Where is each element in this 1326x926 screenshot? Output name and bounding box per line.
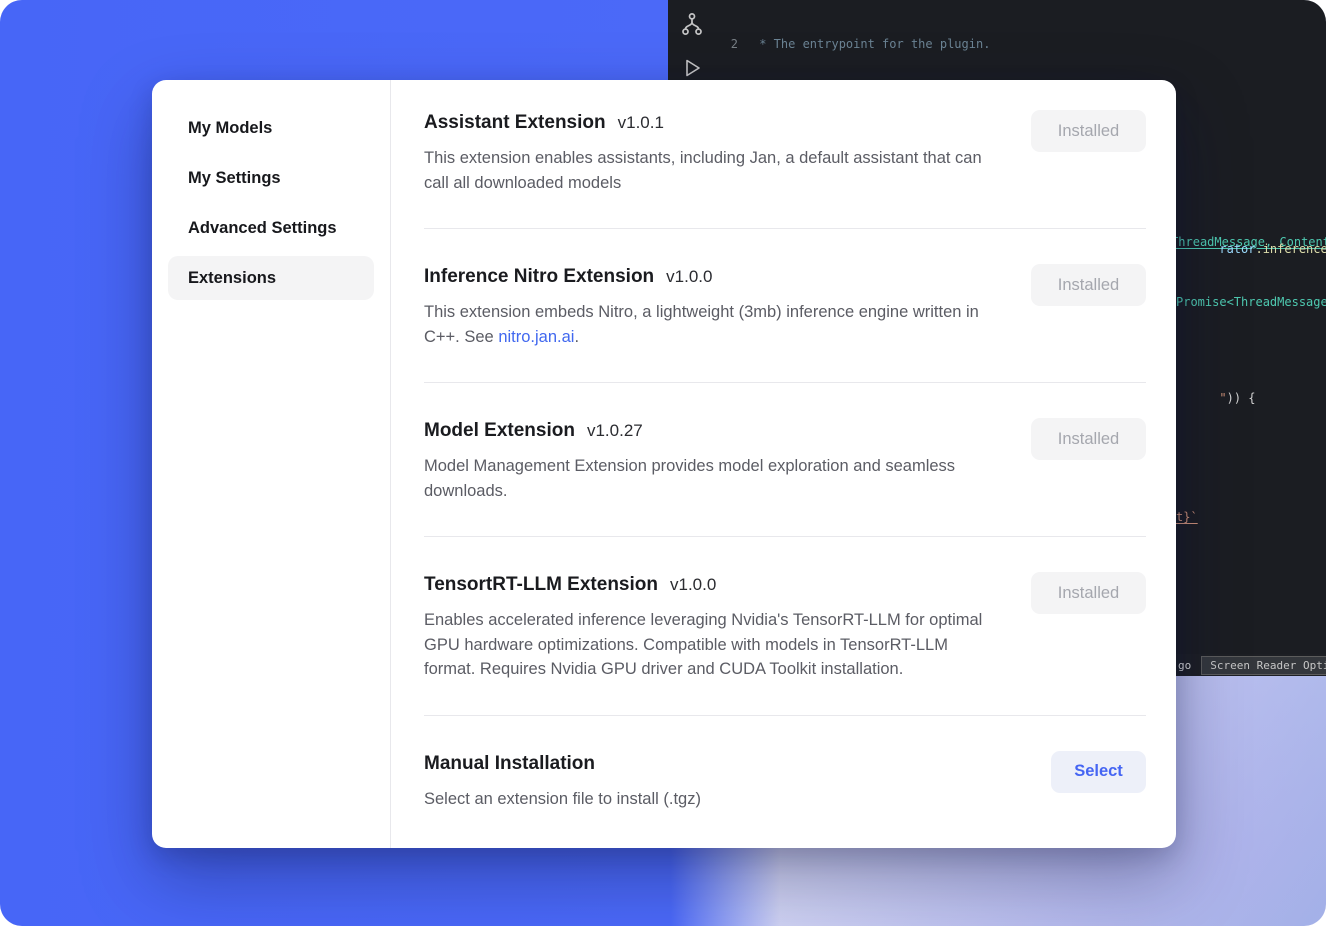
extension-description: Enables accelerated inference leveraging…: [424, 608, 1002, 682]
extension-description: Model Management Extension provides mode…: [424, 454, 1002, 503]
extension-row-model: Model Extension v1.0.27 Model Management …: [424, 383, 1146, 537]
run-icon[interactable]: [678, 54, 706, 82]
extensions-panel: Assistant Extension v1.0.1 This extension…: [391, 80, 1176, 848]
code-comment: * The entrypoint for the plugin.: [752, 36, 990, 53]
extension-title: TensortRT-LLM Extension v1.0.0: [424, 572, 1002, 598]
code-fragment: rator.inference(data));: [1176, 228, 1326, 270]
code-fragment: ")) {: [1176, 377, 1256, 419]
sidebar-item-label: My Models: [188, 119, 272, 138]
installed-button[interactable]: Installed: [1031, 418, 1146, 460]
extension-version: v1.0.27: [587, 421, 643, 440]
sidebar-item-label: Extensions: [188, 269, 276, 288]
manual-installation-description: Select an extension file to install (.tg…: [424, 787, 701, 812]
manual-installation-row: Manual Installation Select an extension …: [424, 716, 1146, 812]
extension-version: v1.0.0: [666, 267, 712, 286]
nitro-link[interactable]: nitro.jan.ai: [498, 328, 574, 346]
extension-info: TensortRT-LLM Extension v1.0.0 Enables ac…: [424, 572, 1002, 682]
status-language-label: go: [1178, 659, 1191, 672]
extension-version: v1.0.1: [618, 113, 664, 132]
extension-description: This extension enables assistants, inclu…: [424, 146, 1002, 195]
settings-sidebar: My Models My Settings Advanced Settings …: [152, 80, 391, 848]
extension-version: v1.0.0: [670, 575, 716, 594]
code-fragment: t}`: [1176, 510, 1198, 524]
sidebar-item-my-settings[interactable]: My Settings: [168, 156, 374, 200]
installed-button[interactable]: Installed: [1031, 264, 1146, 306]
extension-description: This extension embeds Nitro, a lightweig…: [424, 300, 1002, 349]
extension-name: Manual Installation: [424, 753, 595, 774]
installed-button[interactable]: Installed: [1031, 572, 1146, 614]
extension-info: Model Extension v1.0.27 Model Management …: [424, 418, 1002, 503]
code-line: 2 * The entrypoint for the plugin.: [716, 36, 1326, 53]
sidebar-item-advanced-settings[interactable]: Advanced Settings: [168, 206, 374, 250]
sidebar-item-label: My Settings: [188, 169, 281, 188]
select-file-button[interactable]: Select: [1051, 751, 1146, 793]
extension-title: Model Extension v1.0.27: [424, 418, 1002, 444]
code-fragment: Promise<ThreadMessage>: [1176, 295, 1326, 309]
extension-name: Assistant Extension: [424, 112, 606, 133]
line-number: 2: [716, 36, 738, 53]
extension-title: Assistant Extension v1.0.1: [424, 110, 1002, 136]
extension-row-assistant: Assistant Extension v1.0.1 This extension…: [424, 110, 1146, 229]
extension-row-tensorrt: TensortRT-LLM Extension v1.0.0 Enables ac…: [424, 537, 1146, 716]
extension-name: Model Extension: [424, 420, 575, 441]
sidebar-item-extensions[interactable]: Extensions: [168, 256, 374, 300]
installed-button[interactable]: Installed: [1031, 110, 1146, 152]
extension-row-nitro: Inference Nitro Extension v1.0.0 This ext…: [424, 229, 1146, 383]
extension-name: Inference Nitro Extension: [424, 266, 654, 287]
sidebar-item-my-models[interactable]: My Models: [168, 106, 374, 150]
editor-toolbar: [678, 10, 706, 82]
screen-reader-notice[interactable]: Screen Reader Optimize: [1201, 656, 1326, 675]
sidebar-item-label: Advanced Settings: [188, 219, 337, 238]
git-fork-icon[interactable]: [678, 10, 706, 38]
extension-info: Manual Installation Select an extension …: [424, 751, 701, 812]
desktop: 2 * The entrypoint for the plugin. 3 */ …: [0, 0, 1326, 926]
extension-info: Assistant Extension v1.0.1 This extension…: [424, 110, 1002, 195]
extension-name: TensortRT-LLM Extension: [424, 574, 658, 595]
settings-modal: My Models My Settings Advanced Settings …: [152, 80, 1176, 848]
extension-title: Inference Nitro Extension v1.0.0: [424, 264, 1002, 290]
manual-installation-title: Manual Installation: [424, 751, 701, 777]
extension-info: Inference Nitro Extension v1.0.0 This ext…: [424, 264, 1002, 349]
